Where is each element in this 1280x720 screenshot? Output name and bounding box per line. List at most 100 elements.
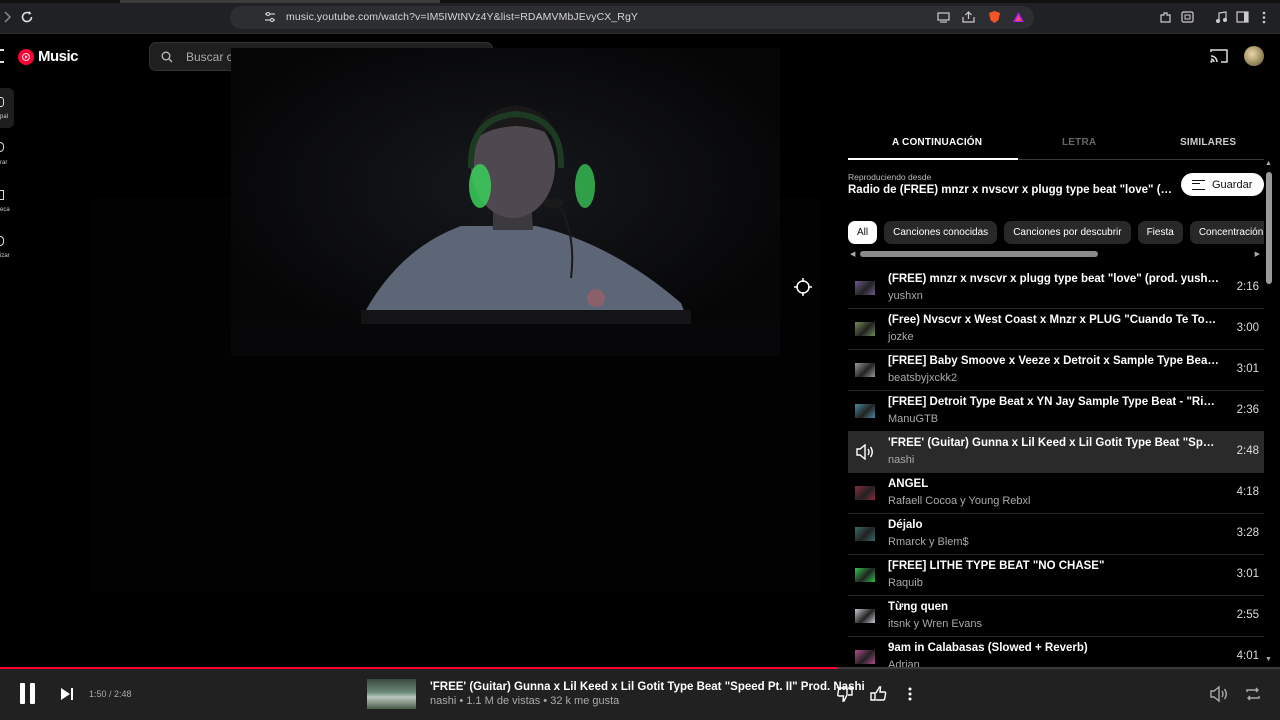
tab-search-icon[interactable] [1179, 9, 1195, 25]
media-controls-icon[interactable] [1213, 9, 1229, 25]
chip-bar: All Canciones conocidas Canciones por desc… [848, 221, 1264, 245]
now-playing-title[interactable]: 'FREE' (Guitar) Gunna x Lil Keed x Lil G… [430, 681, 865, 693]
home-icon [0, 97, 4, 107]
share-icon[interactable] [960, 9, 976, 25]
radio-title[interactable]: Radio de (FREE) mnzr x nvscvr x plugg ty… [848, 184, 1178, 196]
scroll-up-icon[interactable]: ▲ [1265, 160, 1272, 167]
chip-discover[interactable]: Canciones por descubrir [1004, 221, 1131, 244]
webcam-scene [231, 48, 780, 356]
song-duration: 3:28 [1236, 527, 1259, 539]
thumbnail [855, 650, 875, 664]
song-title: 'FREE' (Guitar) Gunna x Lil Keed x Lil G… [888, 437, 1220, 449]
reload-icon[interactable] [19, 9, 35, 25]
queue-item-now-playing[interactable]: 'FREE' (Guitar) Gunna x Lil Keed x Lil G… [848, 432, 1264, 473]
rail-label: pal [0, 114, 9, 120]
song-artist[interactable]: jozke [888, 331, 914, 343]
video-frame[interactable] [231, 48, 780, 356]
thumbnail [855, 322, 875, 336]
rail-item-library[interactable]: eca [0, 184, 14, 224]
song-title: (Free) Nvscvr x West Coast x Mnzr x PLUG… [888, 314, 1220, 326]
rail-item-explore[interactable]: rar [0, 136, 14, 176]
tab-strip [0, 0, 1280, 3]
install-app-icon[interactable] [935, 9, 951, 25]
repeat-icon[interactable] [1244, 685, 1262, 703]
thumbnail [855, 363, 875, 377]
song-title: [FREE] Detroit Type Beat x YN Jay Sample… [888, 396, 1220, 408]
scroll-right-icon[interactable]: ▶ [1255, 250, 1260, 258]
brave-shields-icon[interactable] [986, 9, 1002, 25]
song-title: ÁNGEL [888, 478, 929, 490]
queue-item[interactable]: (Free) Nvscvr x West Coast x Mnzr x PLUG… [848, 309, 1264, 350]
hamburger-icon[interactable] [0, 49, 4, 63]
rail-item-home[interactable]: pal [0, 88, 14, 128]
chip-focus[interactable]: Concentración [1189, 221, 1264, 244]
song-artist[interactable]: yushxn [888, 290, 923, 302]
queue-scrollbar[interactable] [1266, 172, 1272, 284]
queue-item[interactable]: [FREE] Baby Smoove x Veeze x Detroit x S… [848, 350, 1264, 391]
song-duration: 3:01 [1236, 363, 1259, 375]
volume-control-icon[interactable] [1210, 685, 1228, 703]
music-logo[interactable]: Music [18, 48, 79, 65]
more-options-icon[interactable] [901, 685, 919, 703]
song-artist[interactable]: beatsbyjxckk2 [888, 372, 957, 384]
queue-item[interactable]: [FREE] Detroit Type Beat x YN Jay Sample… [848, 391, 1264, 432]
queue-item[interactable]: Déjalo Rmarck y Blem$ 3:28 [848, 514, 1264, 555]
song-duration: 2:36 [1236, 404, 1259, 416]
tab-related[interactable]: SIMILARES [1180, 137, 1236, 148]
active-tab[interactable] [120, 0, 440, 3]
song-title: 9am in Calabasas (Slowed + Reverb) [888, 642, 1088, 654]
next-icon[interactable] [60, 687, 74, 701]
song-artist[interactable]: ManuGTB [888, 413, 938, 425]
pause-icon[interactable] [19, 683, 37, 704]
scroll-left-icon[interactable]: ◀ [850, 250, 855, 258]
song-title: Từng quen [888, 601, 949, 613]
queue-item[interactable]: ÁNGEL Rafaell Cocoa y Young Rebxl 4:18 [848, 473, 1264, 514]
menu-dots-icon[interactable] [1256, 9, 1272, 25]
song-artist[interactable]: Rafaell Cocoa y Young Rebxl [888, 495, 1030, 507]
chip-all[interactable]: All [848, 221, 878, 244]
queue-item[interactable]: [FREE] LITHE TYPE BEAT "NO CHASE" Raquib… [848, 555, 1264, 596]
thumbnail [855, 527, 875, 541]
song-duration: 3:00 [1236, 322, 1259, 334]
song-duration: 2:16 [1236, 281, 1259, 293]
brave-rewards-icon[interactable] [1010, 9, 1026, 25]
playlist-add-icon [1192, 179, 1205, 190]
song-artist[interactable]: itsnk y Wren Evans [888, 618, 982, 630]
search-placeholder: Buscar c [186, 50, 233, 64]
player-bar [0, 669, 1280, 720]
upgrade-icon [0, 236, 4, 246]
dislike-icon[interactable] [836, 685, 854, 703]
url-text[interactable]: music.youtube.com/watch?v=IM5IWtNVz4Y&li… [286, 11, 638, 23]
crosshair-icon [794, 278, 812, 296]
sidebar-icon[interactable] [1234, 9, 1250, 25]
queue-item[interactable]: 9am in Calabasas (Slowed + Reverb) Adria… [848, 637, 1264, 668]
tab-up-next[interactable]: A CONTINUACIÓN [892, 137, 982, 148]
song-artist[interactable]: nashi [888, 454, 914, 466]
avatar[interactable] [1244, 46, 1264, 66]
now-playing-subtitle[interactable]: nashi • 1.1 M de vistas • 32 k me gusta [430, 695, 619, 707]
site-settings-icon[interactable] [262, 9, 278, 25]
chip-known-songs[interactable]: Canciones conocidas [884, 221, 998, 244]
tab-lyrics[interactable]: LETRA [1062, 137, 1096, 148]
song-title: (FREE) mnzr x nvscvr x plugg type beat "… [888, 273, 1220, 285]
scroll-down-icon[interactable]: ▼ [1265, 656, 1272, 663]
queue-item[interactable]: Từng quen itsnk y Wren Evans 2:55 [848, 596, 1264, 637]
song-title: [FREE] Baby Smoove x Veeze x Detroit x S… [888, 355, 1220, 367]
queue-item[interactable]: (FREE) mnzr x nvscvr x plugg type beat "… [848, 268, 1264, 309]
forward-icon[interactable] [0, 9, 16, 25]
scroll-thumb[interactable] [860, 251, 1098, 257]
extensions-icon[interactable] [1157, 9, 1173, 25]
thumbnail [855, 486, 875, 500]
chip-scrollbar[interactable]: ◀ ▶ [848, 250, 1264, 258]
now-playing-thumbnail[interactable] [367, 679, 416, 709]
like-icon[interactable] [869, 685, 887, 703]
chip-party[interactable]: Fiesta [1137, 221, 1183, 244]
song-artist[interactable]: Rmarck y Blem$ [888, 536, 969, 548]
song-duration: 3:01 [1236, 568, 1259, 580]
cast-icon[interactable] [1210, 48, 1228, 64]
save-button[interactable]: Guardar [1181, 173, 1264, 196]
queue-list: (FREE) mnzr x nvscvr x plugg type beat "… [848, 268, 1264, 668]
active-tab-indicator [848, 158, 1018, 160]
song-artist[interactable]: Raquib [888, 577, 923, 589]
rail-item-upgrade[interactable]: izar [0, 230, 14, 270]
